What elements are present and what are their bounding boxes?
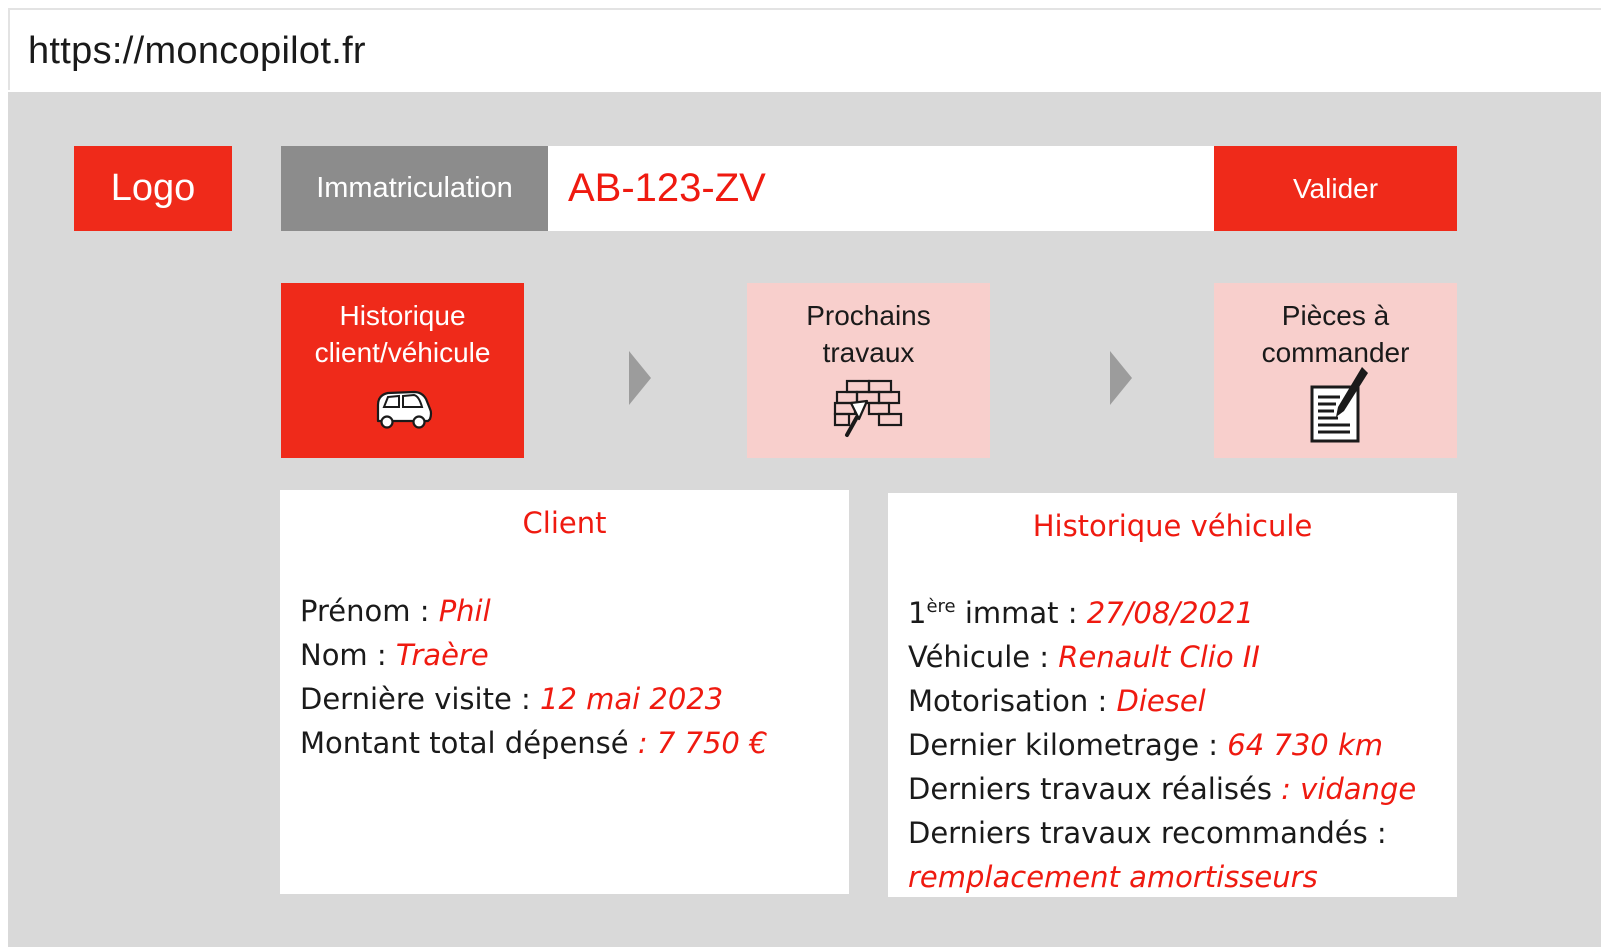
chevron-right-icon — [1110, 351, 1132, 405]
montant-label: Montant total dépensé — [300, 726, 638, 760]
kilometrage-label: Dernier kilometrage : — [908, 728, 1228, 762]
step-historique[interactable]: Historique client/véhicule — [281, 283, 524, 458]
logo[interactable]: Logo — [74, 146, 232, 231]
client-nom-row: Nom : Traère — [300, 633, 768, 677]
vehicule-value: Renault Clio II — [1058, 640, 1260, 674]
derniere-visite-label: Dernière visite : — [300, 682, 541, 716]
immatriculation-label-text: Immatriculation — [316, 172, 513, 204]
first-immat-label: immat : — [955, 596, 1087, 630]
vehicle-model-row: Véhicule : Renault Clio II — [908, 635, 1416, 679]
chevron-right-icon — [629, 351, 651, 405]
travaux-realises-value: : vidange — [1281, 772, 1417, 806]
immatriculation-label: Immatriculation — [281, 146, 548, 231]
step-prochains-travaux[interactable]: Prochains travaux — [747, 283, 990, 458]
step-pieces-a-commander-label: Pièces à commander — [1261, 300, 1410, 368]
client-panel-title: Client — [522, 506, 607, 540]
first-immat-prefix: 1 — [908, 596, 927, 630]
validate-button[interactable]: Valider — [1214, 146, 1457, 231]
client-panel: Client Prénom : Phil Nom : Traère Derniè… — [280, 490, 849, 894]
prenom-value: Phil — [438, 594, 491, 628]
vehicle-history-panel: Historique véhicule 1ère immat : 27/08/2… — [888, 493, 1457, 897]
vehicle-recommandes-value-row: remplacement amortisseurs — [908, 855, 1416, 899]
prenom-label: Prénom : — [300, 594, 439, 628]
browser-url-bar[interactable]: https://moncopilot.fr — [8, 8, 1601, 90]
derniere-visite-value: 12 mai 2023 — [540, 682, 724, 716]
step-prochains-travaux-label: Prochains travaux — [806, 300, 931, 368]
vehicle-km-row: Dernier kilometrage : 64 730 km — [908, 723, 1416, 767]
travaux-recommandes-label: Derniers travaux recommandés : — [908, 816, 1387, 850]
travaux-recommandes-value: remplacement amortisseurs — [908, 860, 1318, 894]
vehicle-motorisation-row: Motorisation : Diesel — [908, 679, 1416, 723]
client-visite-row: Dernière visite : 12 mai 2023 — [300, 677, 768, 721]
client-montant-row: Montant total dépensé : 7 750 € — [300, 721, 768, 765]
first-immat-sup: ère — [926, 596, 956, 617]
vehicle-recommandes-row: Derniers travaux recommandés : — [908, 811, 1416, 855]
client-details: Prénom : Phil Nom : Traère Dernière visi… — [300, 589, 768, 765]
motorisation-value: Diesel — [1116, 684, 1206, 718]
montant-value: : 7 750 € — [637, 726, 768, 760]
nom-value: Traère — [395, 638, 489, 672]
document-pen-icon — [1310, 367, 1368, 443]
vehicle-travaux-row: Derniers travaux réalisés : vidange — [908, 767, 1416, 811]
logo-label: Logo — [110, 167, 196, 209]
vehicle-immat-row: 1ère immat : 27/08/2021 — [908, 591, 1416, 635]
url-text[interactable]: https://moncopilot.fr — [28, 30, 366, 73]
client-prenom-row: Prénom : Phil — [300, 589, 768, 633]
immatriculation-input[interactable] — [548, 146, 1214, 231]
travaux-realises-label: Derniers travaux réalisés — [908, 772, 1282, 806]
nom-label: Nom : — [300, 638, 396, 672]
vehicle-panel-title: Historique véhicule — [1032, 509, 1313, 543]
validate-button-label: Valider — [1292, 172, 1379, 204]
kilometrage-value: 64 730 km — [1227, 728, 1384, 762]
motorisation-label: Motorisation : — [908, 684, 1117, 718]
step-historique-label: Historique client/véhicule — [314, 300, 491, 368]
vehicle-details: 1ère immat : 27/08/2021 Véhicule : Renau… — [908, 591, 1416, 899]
vehicule-label: Véhicule : — [908, 640, 1059, 674]
brick-wall-trowel-icon — [833, 379, 902, 437]
step-pieces-a-commander[interactable]: Pièces à commander — [1214, 283, 1457, 458]
first-immat-value: 27/08/2021 — [1086, 596, 1254, 630]
car-icon — [376, 390, 432, 429]
